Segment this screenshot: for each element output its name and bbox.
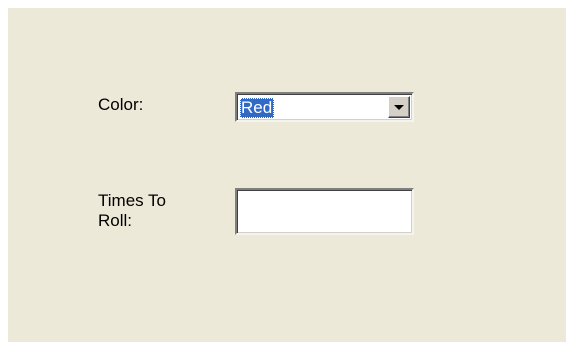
times-to-roll-label-line1: Times To [98, 191, 167, 210]
times-to-roll-label: Times To Roll: [98, 191, 218, 231]
color-select[interactable]: Red [235, 92, 414, 122]
form-panel: Color: Red Times To Roll: [8, 8, 566, 342]
color-label: Color: [98, 95, 144, 114]
chevron-down-icon [394, 105, 404, 110]
times-to-roll-label-line2: Roll: [98, 211, 133, 230]
times-to-roll-input[interactable] [235, 188, 414, 235]
color-select-value: Red [240, 98, 275, 118]
color-dropdown-button[interactable] [388, 96, 410, 118]
